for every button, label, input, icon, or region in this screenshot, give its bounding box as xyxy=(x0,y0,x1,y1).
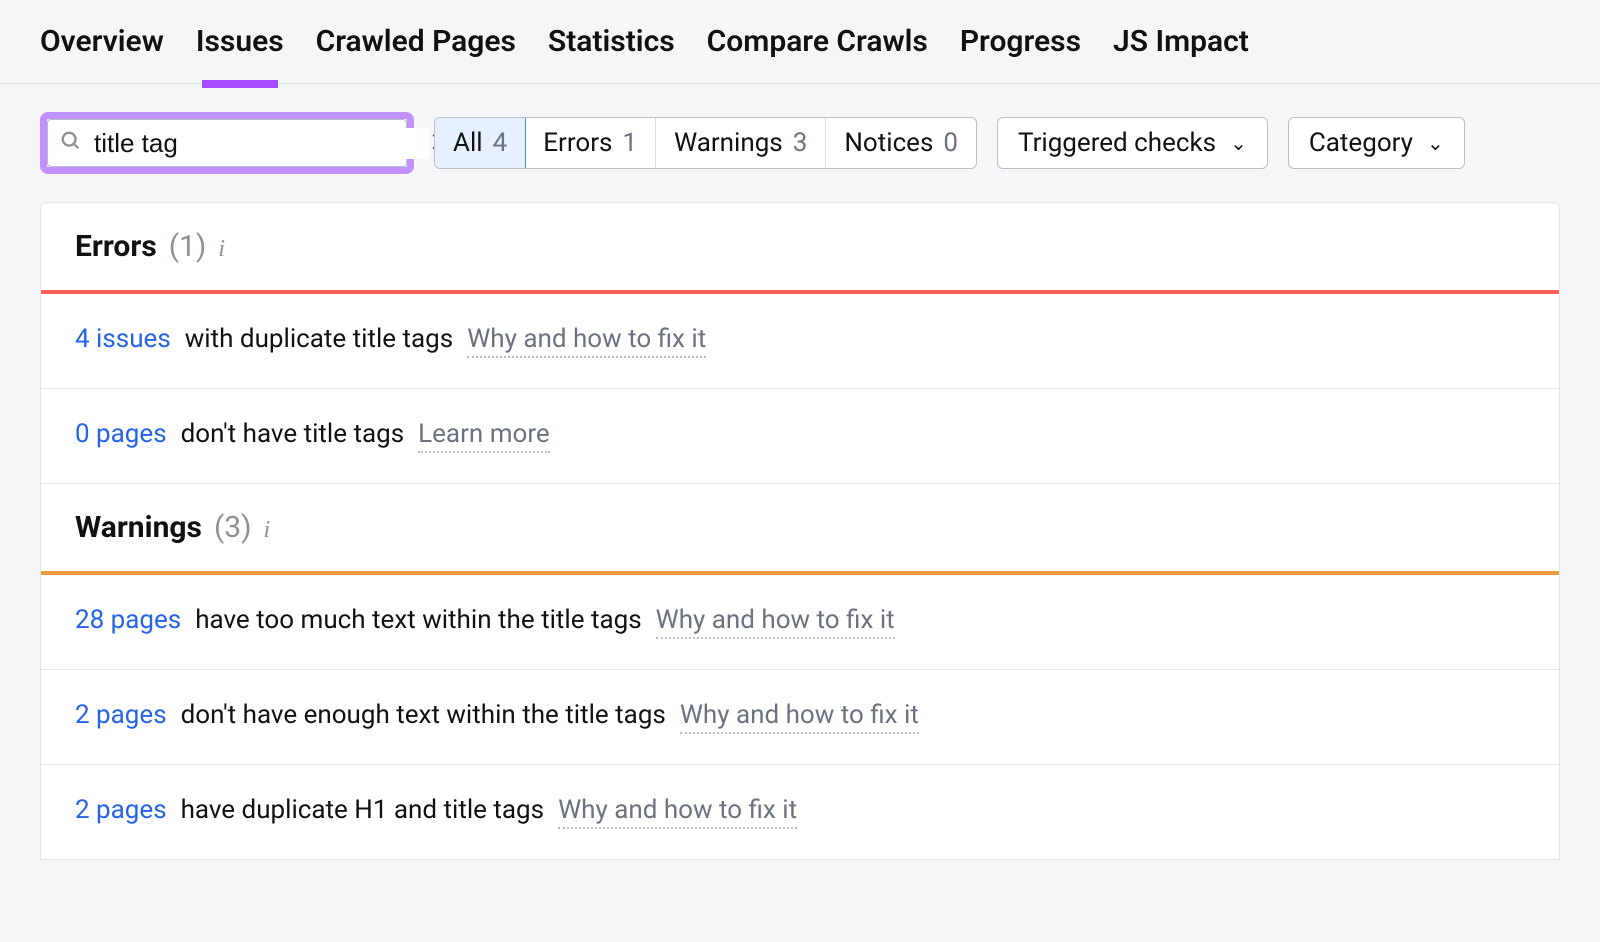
triggered-checks-label: Triggered checks xyxy=(1018,128,1216,158)
filter-bar: ✕ All 4 Errors 1 Warnings 3 Notices 0 Tr… xyxy=(0,84,1600,202)
warnings-count: (3) xyxy=(214,510,252,545)
triggered-checks-dropdown[interactable]: Triggered checks ⌄ xyxy=(997,117,1268,169)
issue-hint-link[interactable]: Learn more xyxy=(418,419,550,453)
chevron-down-icon: ⌄ xyxy=(1230,131,1247,155)
errors-section-header: Errors (1) i xyxy=(41,203,1559,290)
filter-notices-label: Notices xyxy=(844,128,933,158)
issues-panel: Errors (1) i 4 issues with duplicate tit… xyxy=(40,202,1560,860)
issue-body: don't have enough text within the title … xyxy=(181,700,666,730)
warnings-title: Warnings xyxy=(75,510,202,545)
tab-statistics[interactable]: Statistics xyxy=(548,24,675,83)
issue-count-link[interactable]: 2 pages xyxy=(75,795,167,825)
filter-notices-count: 0 xyxy=(943,128,958,158)
issue-hint-link[interactable]: Why and how to fix it xyxy=(467,324,706,358)
filter-warnings[interactable]: Warnings 3 xyxy=(656,118,826,168)
issue-hint-link[interactable]: Why and how to fix it xyxy=(558,795,797,829)
issue-row[interactable]: 0 pages don't have title tags Learn more xyxy=(41,389,1559,484)
tab-compare-crawls[interactable]: Compare Crawls xyxy=(707,24,928,83)
issue-count-link[interactable]: 2 pages xyxy=(75,700,167,730)
issue-row[interactable]: 2 pages don't have enough text within th… xyxy=(41,670,1559,765)
main-tabs: Overview Issues Crawled Pages Statistics… xyxy=(0,0,1600,84)
search-input[interactable] xyxy=(82,128,429,159)
tab-issues[interactable]: Issues xyxy=(196,24,284,83)
filter-errors-count: 1 xyxy=(622,128,637,158)
search-icon xyxy=(60,130,82,156)
filter-notices[interactable]: Notices 0 xyxy=(826,118,976,168)
info-icon[interactable]: i xyxy=(218,236,225,263)
tab-overview[interactable]: Overview xyxy=(40,24,164,83)
issue-hint-link[interactable]: Why and how to fix it xyxy=(656,605,895,639)
issue-hint-link[interactable]: Why and how to fix it xyxy=(680,700,919,734)
issue-body: have duplicate H1 and title tags xyxy=(181,795,544,825)
filter-warnings-count: 3 xyxy=(793,128,808,158)
issue-row[interactable]: 4 issues with duplicate title tags Why a… xyxy=(41,294,1559,389)
info-icon[interactable]: i xyxy=(264,517,271,544)
filter-all-count: 4 xyxy=(493,128,508,158)
filter-warnings-label: Warnings xyxy=(674,128,783,158)
tab-js-impact[interactable]: JS Impact xyxy=(1113,24,1249,83)
tab-progress[interactable]: Progress xyxy=(960,24,1081,83)
filter-errors-label: Errors xyxy=(543,128,612,158)
issue-count-link[interactable]: 4 issues xyxy=(75,324,171,354)
issue-row[interactable]: 28 pages have too much text within the t… xyxy=(41,575,1559,670)
issue-count-link[interactable]: 0 pages xyxy=(75,419,167,449)
issue-count-link[interactable]: 28 pages xyxy=(75,605,181,635)
issue-body: have too much text within the title tags xyxy=(195,605,641,635)
issue-body: don't have title tags xyxy=(181,419,405,449)
category-dropdown[interactable]: Category ⌄ xyxy=(1288,117,1465,169)
filter-all[interactable]: All 4 xyxy=(434,117,526,169)
errors-title: Errors xyxy=(75,229,157,264)
issue-row[interactable]: 2 pages have duplicate H1 and title tags… xyxy=(41,765,1559,859)
warnings-section-header: Warnings (3) i xyxy=(41,484,1559,571)
filter-errors[interactable]: Errors 1 xyxy=(525,118,656,168)
search-highlight: ✕ xyxy=(40,112,414,174)
tab-crawled-pages[interactable]: Crawled Pages xyxy=(316,24,516,83)
category-label: Category xyxy=(1309,128,1413,158)
errors-count: (1) xyxy=(169,229,207,264)
issue-body: with duplicate title tags xyxy=(185,324,453,354)
search-box: ✕ xyxy=(47,119,407,167)
severity-filter: All 4 Errors 1 Warnings 3 Notices 0 xyxy=(434,117,977,169)
filter-all-label: All xyxy=(453,128,483,158)
chevron-down-icon: ⌄ xyxy=(1427,131,1444,155)
